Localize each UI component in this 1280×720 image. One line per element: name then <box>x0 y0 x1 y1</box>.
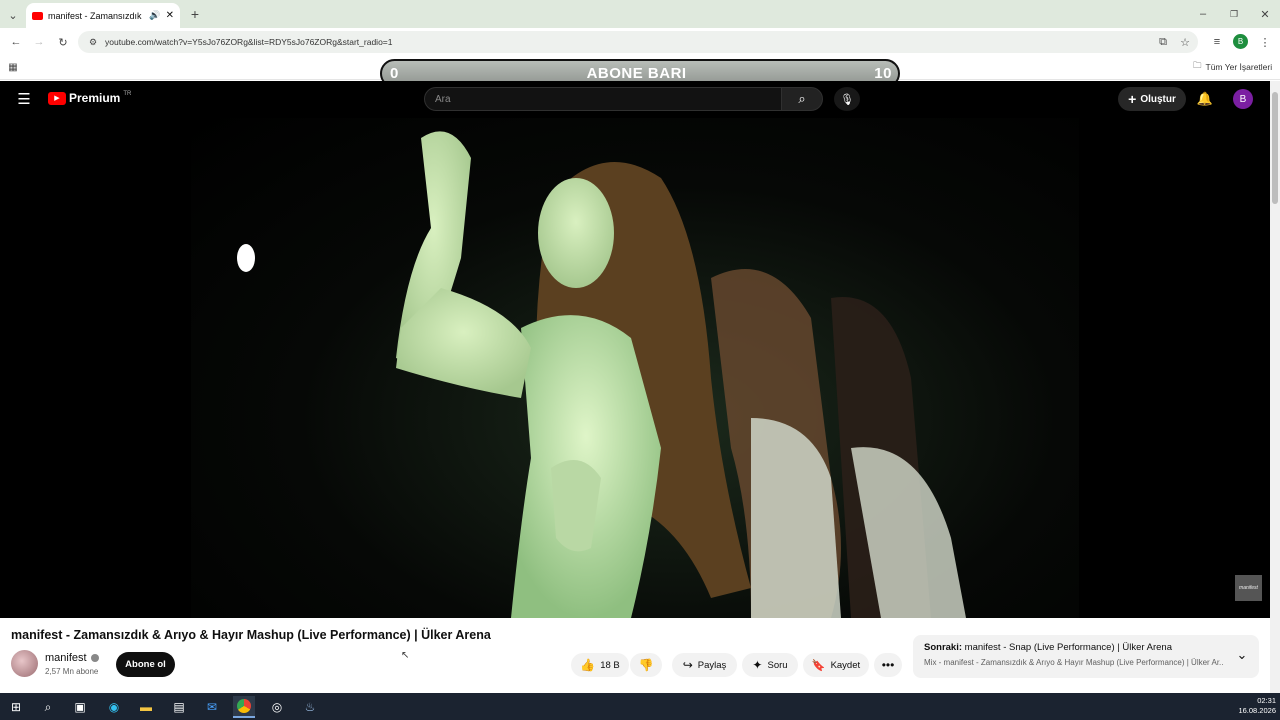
bookmark-icon: 🔖 <box>811 659 826 672</box>
tab-title: manifest - Zamansızdık & A <box>48 10 144 21</box>
channel-name[interactable]: manifest <box>45 652 99 664</box>
folder-icon: 🗀 <box>1193 60 1202 70</box>
goal-title: ABONE BARI <box>586 65 687 82</box>
audio-playing-icon[interactable]: 🔊 <box>149 10 160 21</box>
all-bookmarks-label: Tüm Yer İşaretleri <box>1205 62 1273 72</box>
minimize-icon[interactable]: – <box>1196 6 1210 22</box>
share-button[interactable]: ↪ Paylaş <box>672 653 737 677</box>
edge-browser-icon[interactable]: ◉ <box>103 696 125 718</box>
subscribe-button[interactable]: Abone ol <box>116 652 175 677</box>
account-avatar[interactable]: B <box>1233 89 1253 109</box>
channel-avatar[interactable] <box>11 650 38 677</box>
youtube-favicon-icon <box>32 11 43 20</box>
start-windows-icon[interactable]: ⊞ <box>5 696 27 718</box>
browser-tab[interactable]: manifest - Zamansızdık & A 🔊 ✕ <box>26 3 180 28</box>
region-code: TR <box>123 91 132 97</box>
window-close-icon[interactable]: ✕ <box>1258 6 1272 22</box>
up-next-subtitle: Mix - manifest - Zamansızdık & Arıyo & H… <box>924 658 1224 667</box>
performer-scene <box>237 131 966 618</box>
thumbs-up-icon: 👍 <box>580 658 596 672</box>
system-clock[interactable]: 02:31 16.08.2026 <box>1230 696 1276 716</box>
up-next-heading: Sonraki: manifest - Snap (Live Performan… <box>924 642 1248 653</box>
mail-icon[interactable]: ✉ <box>201 696 223 718</box>
microphone-icon: 🎙 <box>840 93 854 106</box>
share-arrow-icon: ↪ <box>682 658 693 672</box>
search-button[interactable]: ⌕ <box>781 87 823 111</box>
thumbs-down-icon: 👎 <box>638 658 654 672</box>
all-bookmarks[interactable]: 🗀 Tüm Yer İşaretleri <box>1193 60 1272 74</box>
save-button[interactable]: 🔖 Kaydet <box>803 653 869 677</box>
chrome-taskbar-icon[interactable] <box>233 696 255 718</box>
up-next-label: Sonraki: <box>924 642 963 653</box>
save-label: Kaydet <box>830 659 861 671</box>
reload-icon[interactable]: ↻ <box>55 34 71 50</box>
more-actions-button[interactable]: ••• <box>874 653 902 677</box>
goal-start-value: 0 <box>390 65 399 82</box>
share-label: Paylaş <box>697 659 727 671</box>
create-button[interactable]: + Oluştur <box>1118 87 1186 111</box>
browser-menu-icon[interactable]: ⋮ <box>1258 34 1272 50</box>
tab-list-chevron-icon[interactable]: ⌄ <box>5 7 21 23</box>
site-info-icon[interactable]: ⚙ <box>86 35 100 49</box>
url-text: youtube.com/watch?v=Y5sJo76ZORg&list=RDY… <box>105 37 393 47</box>
new-tab-plus-icon[interactable]: + <box>186 6 204 22</box>
mouse-cursor-icon: ↖ <box>401 650 410 661</box>
profile-avatar[interactable]: B <box>1233 34 1248 49</box>
os-taskbar <box>0 693 1280 720</box>
more-dots-icon: ••• <box>881 658 895 672</box>
channel-name-text: manifest <box>45 652 87 664</box>
task-view-icon[interactable]: ▣ <box>69 696 91 718</box>
like-button[interactable]: 👍 18 B <box>571 653 629 677</box>
obs-icon[interactable]: ◎ <box>266 696 288 718</box>
logo-text: Premium <box>69 91 121 105</box>
sparkle-icon: ✦ <box>752 658 763 672</box>
search-taskbar-icon[interactable]: ⌕ <box>37 696 59 718</box>
steam-icon[interactable]: ♨ <box>299 696 321 718</box>
clock-time: 02:31 <box>1257 696 1276 705</box>
search-icon: ⌕ <box>798 91 806 106</box>
like-count: 18 B <box>600 659 620 671</box>
voice-search-button[interactable]: 🎙 <box>834 87 860 111</box>
chevron-down-icon[interactable]: ⌄ <box>1235 647 1249 662</box>
subscriber-count: 2,57 Mn abone <box>45 667 99 676</box>
ask-button[interactable]: ✦ Soru <box>742 653 798 677</box>
hamburger-menu-icon[interactable]: ☰ <box>15 91 33 108</box>
create-label: Oluştur <box>1140 93 1176 105</box>
store-icon[interactable]: ▤ <box>168 696 190 718</box>
address-bar[interactable]: ⚙ youtube.com/watch?v=Y5sJo76ZORg&list=R… <box>78 31 1198 53</box>
youtube-play-icon: ▶ <box>48 91 66 105</box>
channel-branding-watermark[interactable]: manifest <box>1235 575 1262 601</box>
ask-label: Soru <box>767 659 788 671</box>
youtube-logo[interactable]: ▶ Premium TR <box>48 91 131 105</box>
tab-close-icon[interactable]: ✕ <box>166 10 174 21</box>
verified-badge-icon <box>90 654 99 662</box>
scrollbar-thumb[interactable] <box>1272 92 1278 204</box>
clock-date: 16.08.2026 <box>1238 706 1276 715</box>
branding-text: manifest <box>1239 585 1258 591</box>
video-player[interactable]: manifest <box>0 118 1270 618</box>
video-frame[interactable]: manifest <box>191 118 1262 618</box>
notifications-bell-icon[interactable]: 🔔 <box>1196 90 1214 108</box>
restore-icon[interactable]: ❐ <box>1227 6 1241 22</box>
plus-icon: + <box>1128 91 1137 107</box>
apps-grid-icon[interactable]: ▦ <box>6 60 20 74</box>
media-control-icon[interactable]: ≡ <box>1209 34 1225 50</box>
search-input[interactable]: Ara <box>424 87 782 111</box>
back-arrow-icon[interactable]: ← <box>8 34 24 50</box>
bookmark-star-icon[interactable]: ☆ <box>1178 35 1192 49</box>
dislike-button[interactable]: 👎 <box>630 653 662 677</box>
file-explorer-icon[interactable]: ▬ <box>135 696 157 718</box>
goal-end-value: 10 <box>874 65 892 82</box>
video-title: manifest - Zamansızdık & Arıyo & Hayır M… <box>11 628 491 642</box>
forward-arrow-icon[interactable]: → <box>31 34 47 50</box>
install-app-icon[interactable]: ⧉ <box>1156 35 1170 49</box>
up-next-title: manifest - Snap (Live Performance) | Ülk… <box>964 642 1172 653</box>
up-next-panel[interactable]: Sonraki: manifest - Snap (Live Performan… <box>913 635 1259 678</box>
